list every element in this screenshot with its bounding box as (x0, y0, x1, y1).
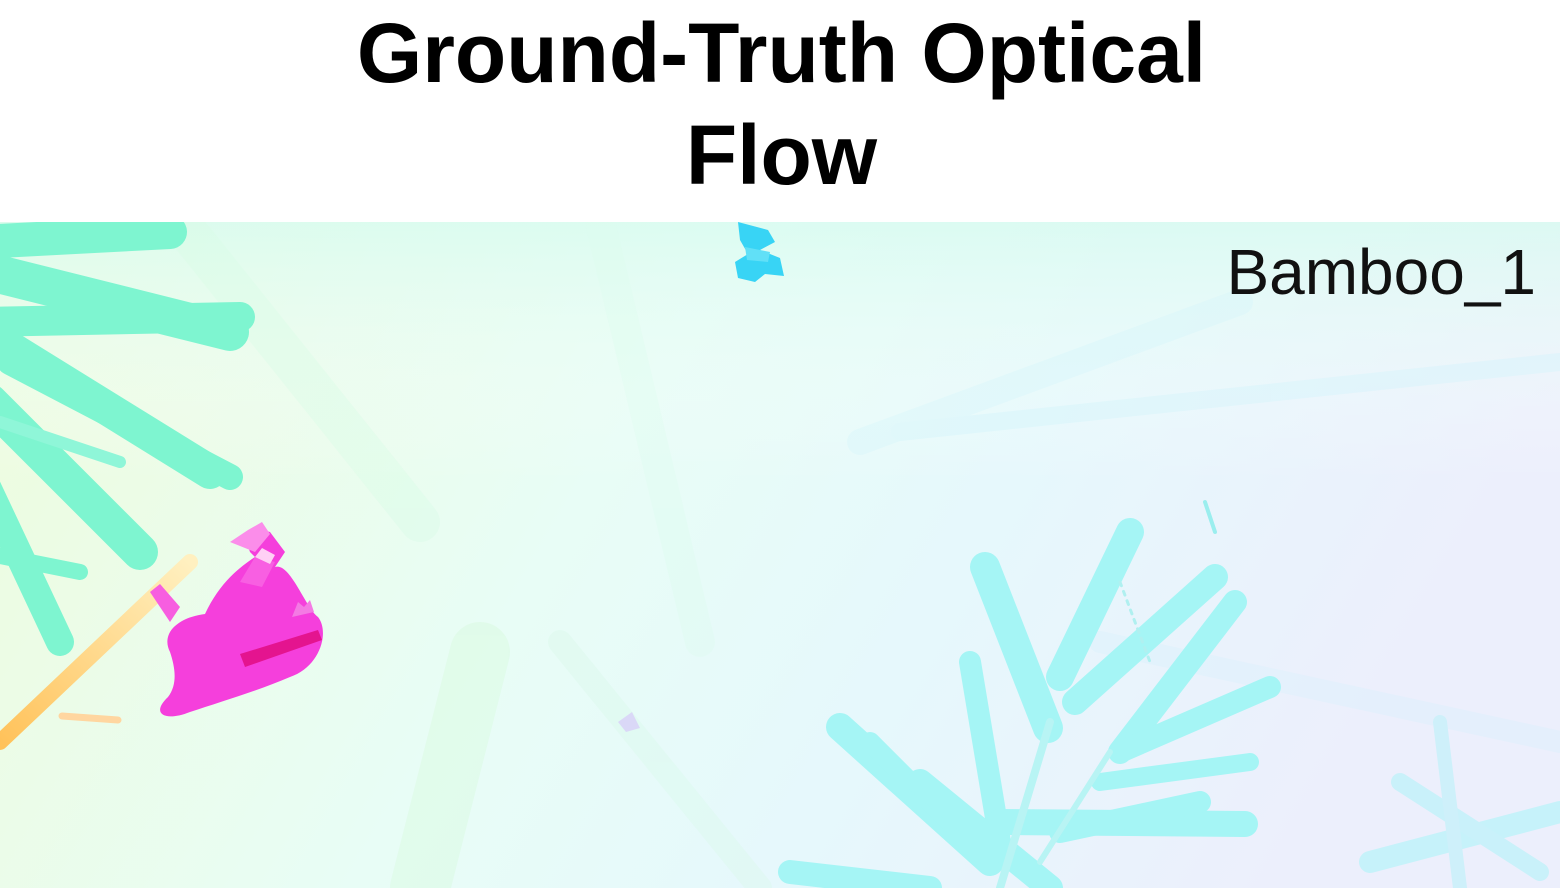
small-stalk-fragment (58, 712, 122, 724)
title-line-2: Flow (685, 108, 878, 202)
optical-flow-visualization (0, 222, 1560, 888)
optical-flow-image: Bamboo_1 (0, 222, 1560, 888)
figure: Ground-Truth Optical Flow Bamboo_1 (0, 0, 1563, 888)
sequence-label: Bamboo_1 (1226, 236, 1536, 308)
figure-title: Ground-Truth Optical Flow (0, 2, 1563, 206)
title-line-1: Ground-Truth Optical (356, 6, 1207, 100)
